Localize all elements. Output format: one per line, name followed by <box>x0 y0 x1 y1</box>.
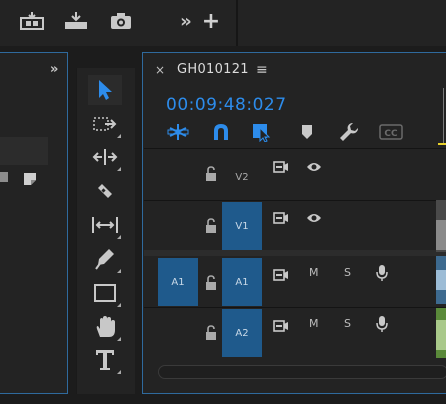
rectangle-tool-icon[interactable] <box>88 278 122 308</box>
lock-icon[interactable] <box>204 275 218 291</box>
mute-button[interactable]: M <box>309 317 319 330</box>
track-divider <box>144 148 446 149</box>
type-tool-icon[interactable] <box>88 345 122 375</box>
track-divider <box>144 307 446 308</box>
microphone-icon[interactable] <box>376 315 388 333</box>
hand-tool-icon[interactable] <box>88 312 122 342</box>
nest-toggle-icon[interactable] <box>165 121 191 143</box>
solo-button[interactable]: S <box>344 317 351 330</box>
track-source-a1[interactable]: A1 <box>158 258 198 306</box>
horizontal-scrollbar[interactable] <box>158 365 446 379</box>
track-target-a2[interactable]: A2 <box>222 309 262 357</box>
track-target-a1[interactable]: A1 <box>222 258 262 306</box>
panel-marker <box>0 172 8 182</box>
video-audio-separator[interactable] <box>144 250 446 256</box>
add-marker-icon[interactable] <box>294 121 320 143</box>
lock-icon[interactable] <box>204 166 218 182</box>
mute-button[interactable]: M <box>309 266 319 279</box>
snap-magnet-icon[interactable] <box>208 121 234 143</box>
source-panel <box>0 52 68 394</box>
playhead-line <box>443 88 444 144</box>
toggle-sync-lock-icon[interactable] <box>273 266 289 281</box>
lock-icon[interactable] <box>204 325 218 341</box>
toggle-sync-lock-icon[interactable] <box>273 317 289 332</box>
slip-tool-icon[interactable] <box>88 210 122 240</box>
captions-icon[interactable]: CC <box>378 121 404 143</box>
toggle-sync-lock-icon[interactable] <box>273 209 289 224</box>
track-target-v2[interactable]: V2 <box>224 164 260 190</box>
track-select-tool-icon[interactable] <box>88 109 122 139</box>
wrench-icon[interactable] <box>336 121 362 143</box>
solo-button[interactable]: S <box>344 266 351 279</box>
lock-icon[interactable] <box>204 218 218 234</box>
camera-icon[interactable] <box>109 10 133 32</box>
linked-selection-icon[interactable] <box>250 121 276 143</box>
razor-tool-icon[interactable] <box>88 176 122 206</box>
selection-tool-icon[interactable] <box>88 75 122 105</box>
panel-strip <box>0 137 48 165</box>
sequence-tab-title[interactable]: GH010121 <box>177 62 249 77</box>
more-chevron-icon[interactable]: » <box>174 10 198 32</box>
insert-clip-icon[interactable] <box>20 10 44 32</box>
work-area-marker <box>438 143 446 145</box>
track-target-v1[interactable]: V1 <box>222 202 262 250</box>
timecode-display[interactable]: 00:09:48:027 <box>166 95 287 115</box>
panel-menu-icon[interactable]: ≡ <box>256 62 268 78</box>
toggle-sync-lock-icon[interactable] <box>273 158 289 173</box>
eye-icon[interactable] <box>306 158 322 171</box>
ripple-edit-tool-icon[interactable] <box>88 142 122 172</box>
track-divider <box>144 200 446 201</box>
panel-more-chevron-icon[interactable]: » <box>50 62 66 77</box>
microphone-icon[interactable] <box>376 264 388 282</box>
toolbar-divider <box>236 0 238 46</box>
close-sequence-icon[interactable]: × <box>155 63 165 77</box>
overwrite-clip-icon[interactable] <box>64 10 88 32</box>
clip-thumbnail[interactable] <box>436 200 446 360</box>
pen-tool-icon[interactable] <box>88 244 122 274</box>
svg-text:CC: CC <box>384 129 398 139</box>
eye-icon[interactable] <box>306 209 322 222</box>
add-icon[interactable]: + <box>199 9 223 34</box>
page-icon[interactable] <box>24 170 36 189</box>
